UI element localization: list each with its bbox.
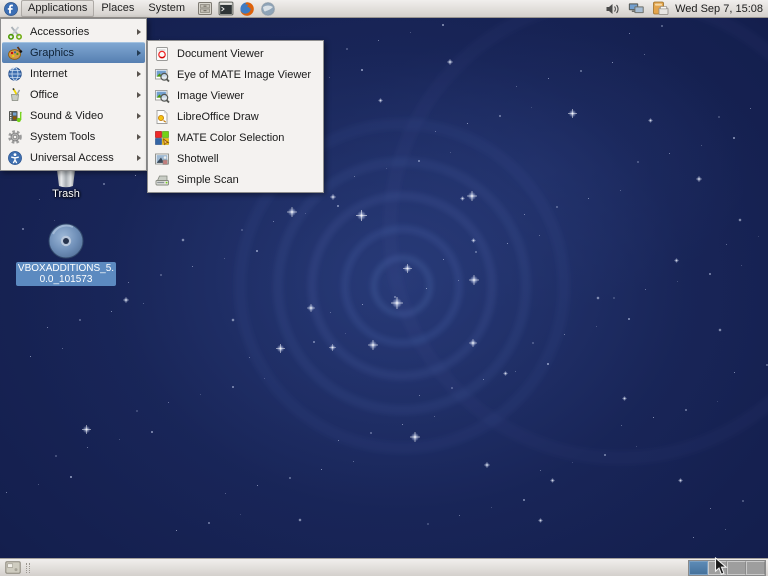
- menu-system[interactable]: System: [141, 0, 192, 17]
- submenu-arrow-icon: [137, 29, 141, 35]
- menu-item-mate-color-selection[interactable]: MATE Color Selection: [149, 127, 322, 148]
- menu-item-internet[interactable]: Internet: [2, 63, 145, 84]
- menu-item-graphics[interactable]: Graphics: [2, 42, 145, 63]
- menu-item-eye-of-mate[interactable]: Eye of MATE Image Viewer: [149, 64, 322, 85]
- submenu-arrow-icon: [137, 113, 141, 119]
- submenu-arrow-icon: [137, 134, 141, 140]
- submenu-arrow-icon: [137, 71, 141, 77]
- show-desktop-button[interactable]: [5, 561, 21, 575]
- simple-scan-icon: [154, 172, 170, 188]
- vboxadditions-label: VBOXADDITIONS_5. 0.0_101573: [16, 262, 116, 286]
- workspace-1[interactable]: [689, 561, 708, 575]
- system-tools-icon: [7, 129, 23, 145]
- menu-item-universal-access[interactable]: Universal Access: [2, 147, 145, 168]
- menu-item-sound-video[interactable]: Sound & Video: [2, 105, 145, 126]
- menu-places[interactable]: Places: [94, 0, 141, 17]
- volume-icon[interactable]: [604, 1, 621, 17]
- show-desktop-icon: [5, 561, 21, 574]
- workspace-3[interactable]: [727, 561, 746, 575]
- top-panel: Applications Places System: [0, 0, 768, 18]
- menu-item-system-tools[interactable]: System Tools: [2, 126, 145, 147]
- submenu-arrow-icon: [137, 92, 141, 98]
- internet-icon: [7, 66, 23, 82]
- bottom-panel: [0, 558, 768, 576]
- cd-disc-icon: [47, 222, 85, 260]
- window-list-handle[interactable]: [26, 563, 30, 573]
- software-update-icon[interactable]: [652, 1, 669, 17]
- menu-item-shotwell[interactable]: Shotwell: [149, 148, 322, 169]
- file-manager-icon[interactable]: [196, 1, 213, 17]
- menu-item-document-viewer[interactable]: Document Viewer: [149, 43, 322, 64]
- workspace-switcher[interactable]: [688, 560, 766, 576]
- office-icon: [7, 87, 23, 103]
- trash-label: Trash: [38, 188, 94, 200]
- menu-item-libreoffice-draw[interactable]: LibreOffice Draw: [149, 106, 322, 127]
- panel-clock[interactable]: Wed Sep 7, 15:08: [671, 3, 768, 15]
- workspace-4[interactable]: [746, 561, 765, 575]
- menu-item-office[interactable]: Office: [2, 84, 145, 105]
- menu-item-simple-scan[interactable]: Simple Scan: [149, 169, 322, 190]
- sound-video-icon: [7, 108, 23, 124]
- terminal-icon[interactable]: [217, 1, 234, 17]
- desktop-icon-vboxadditions[interactable]: VBOXADDITIONS_5. 0.0_101573: [10, 222, 122, 287]
- fedora-logo-icon[interactable]: [2, 1, 19, 17]
- menu-item-accessories[interactable]: Accessories: [2, 21, 145, 42]
- image-viewer-icon: [154, 88, 170, 104]
- network-icon[interactable]: [628, 1, 645, 17]
- menu-applications[interactable]: Applications: [21, 0, 94, 17]
- shotwell-icon: [154, 151, 170, 167]
- firefox-icon[interactable]: [238, 1, 255, 17]
- universal-access-icon: [7, 150, 23, 166]
- workspace-2[interactable]: [708, 561, 727, 575]
- libreoffice-draw-icon: [154, 109, 170, 125]
- web-globe-icon[interactable]: [259, 1, 276, 17]
- graphics-icon: [7, 45, 23, 61]
- submenu-arrow-icon: [137, 155, 141, 161]
- color-selection-icon: [154, 130, 170, 146]
- system-tray: [602, 1, 671, 17]
- image-viewer-icon: [154, 67, 170, 83]
- accessories-icon: [7, 24, 23, 40]
- graphics-submenu: Document Viewer Eye of MATE Image Viewer…: [147, 40, 324, 193]
- submenu-arrow-icon: [137, 50, 141, 56]
- menu-item-image-viewer[interactable]: Image Viewer: [149, 85, 322, 106]
- applications-menu: Accessories Graphics Internet: [0, 18, 147, 171]
- document-viewer-icon: [154, 46, 170, 62]
